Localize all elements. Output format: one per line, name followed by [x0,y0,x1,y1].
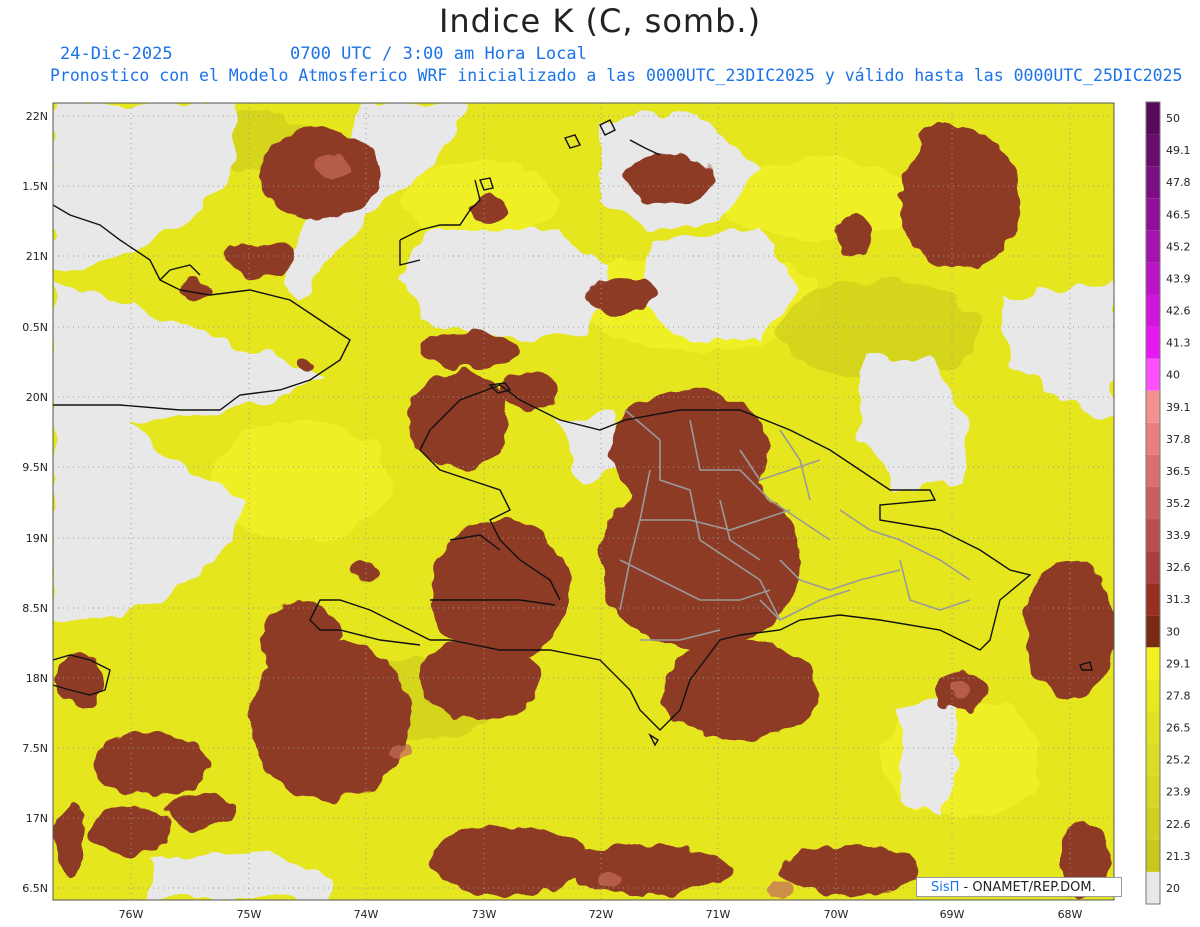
colorbar-label: 30 [1166,625,1180,638]
colorbar-swatch [1146,294,1160,327]
colorbar-label: 31.3 [1166,593,1191,606]
colorbar-label: 21.3 [1166,850,1191,863]
colorbar-swatch [1146,519,1160,552]
colorbar-swatch [1146,390,1160,423]
credit-org: - ONAMET/REP.DOM. [959,880,1096,895]
colorbar-label: 42.6 [1166,305,1191,318]
lat-label: 8.5N [22,602,48,615]
sispi-logo: SisΠ [931,880,960,895]
colorbar-label: 37.8 [1166,433,1191,446]
colorbar-label: 39.1 [1166,401,1191,414]
colorbar-swatch [1146,326,1160,359]
colorbar-label: 45.2 [1166,240,1191,253]
colorbar-label: 47.8 [1166,176,1191,189]
colorbar-label: 23.9 [1166,786,1191,799]
colorbar-swatch [1146,166,1160,199]
lon-label: 73W [472,908,497,921]
lon-label: 75W [237,908,262,921]
colorbar: 50 49.1 47.8 46.5 45.2 43.9 42.6 41.3 40 39.1 37.8… [1145,101,1191,905]
colorbar-swatch [1146,615,1160,648]
lat-label: 1.5N [22,180,48,193]
colorbar-swatch [1146,486,1160,520]
colorbar-swatch [1146,711,1160,744]
colorbar-swatch [1146,647,1160,680]
colorbar-swatch [1146,551,1160,584]
colorbar-swatch [1146,262,1160,295]
colorbar-label: 32.6 [1166,561,1191,574]
colorbar-swatch [1146,102,1160,135]
colorbar-label: 43.9 [1166,272,1191,285]
map-figure: 22N 1.5N 21N 0.5N 20N 9.5N 19N 8.5N 18N … [22,101,1191,921]
lat-label: 21N [26,250,48,263]
lat-label: 7.5N [22,742,48,755]
colorbar-label: 35.2 [1166,497,1191,510]
lon-label: 74W [354,908,379,921]
colorbar-swatch [1146,422,1160,455]
lon-label: 68W [1058,908,1083,921]
colorbar-swatch [1146,871,1160,904]
colorbar-swatch [1146,230,1160,263]
colorbar-label: 41.3 [1166,337,1191,350]
colorbar-label: 50 [1166,112,1180,125]
colorbar-swatch [1146,454,1160,487]
colorbar-swatch [1146,807,1160,840]
lon-label: 69W [940,908,965,921]
colorbar-label: 46.5 [1166,208,1191,221]
colorbar-label: 26.5 [1166,722,1191,735]
colorbar-swatch [1146,358,1160,391]
colorbar-label: 27.8 [1166,689,1191,702]
colorbar-label: 33.9 [1166,529,1191,542]
colorbar-label: 36.5 [1166,465,1191,478]
lat-label: 6.5N [22,882,48,895]
colorbar-label: 40 [1166,369,1180,382]
lat-label: 20N [26,391,48,404]
longitude-labels: 76W 75W 74W 73W 72W 71W 70W 69W 68W [119,908,1083,921]
lat-label: 22N [26,110,48,123]
colorbar-swatch [1146,583,1160,616]
colorbar-label: 29.1 [1166,657,1191,670]
lat-label: 9.5N [22,461,48,474]
lon-label: 76W [119,908,144,921]
lat-label: 19N [26,532,48,545]
colorbar-swatch [1146,775,1160,808]
colorbar-label: 49.1 [1166,144,1191,157]
colorbar-swatch [1146,198,1160,231]
colorbar-label: 20 [1166,882,1180,895]
colorbar-swatch [1146,743,1160,776]
lon-label: 72W [589,908,614,921]
lat-label: 18N [26,672,48,685]
colorbar-swatch [1146,839,1160,872]
latitude-labels: 22N 1.5N 21N 0.5N 20N 9.5N 19N 8.5N 18N … [22,110,48,895]
colorbar-swatch [1146,134,1160,167]
lon-label: 70W [824,908,849,921]
lat-label: 0.5N [22,321,48,334]
colorbar-label: 22.6 [1166,818,1191,831]
lat-label: 17N [26,812,48,825]
colorbar-swatch [1146,679,1160,712]
credit-box: SisΠ - ONAMET/REP.DOM. [916,877,1122,897]
lon-label: 71W [706,908,731,921]
colorbar-label: 25.2 [1166,754,1191,767]
